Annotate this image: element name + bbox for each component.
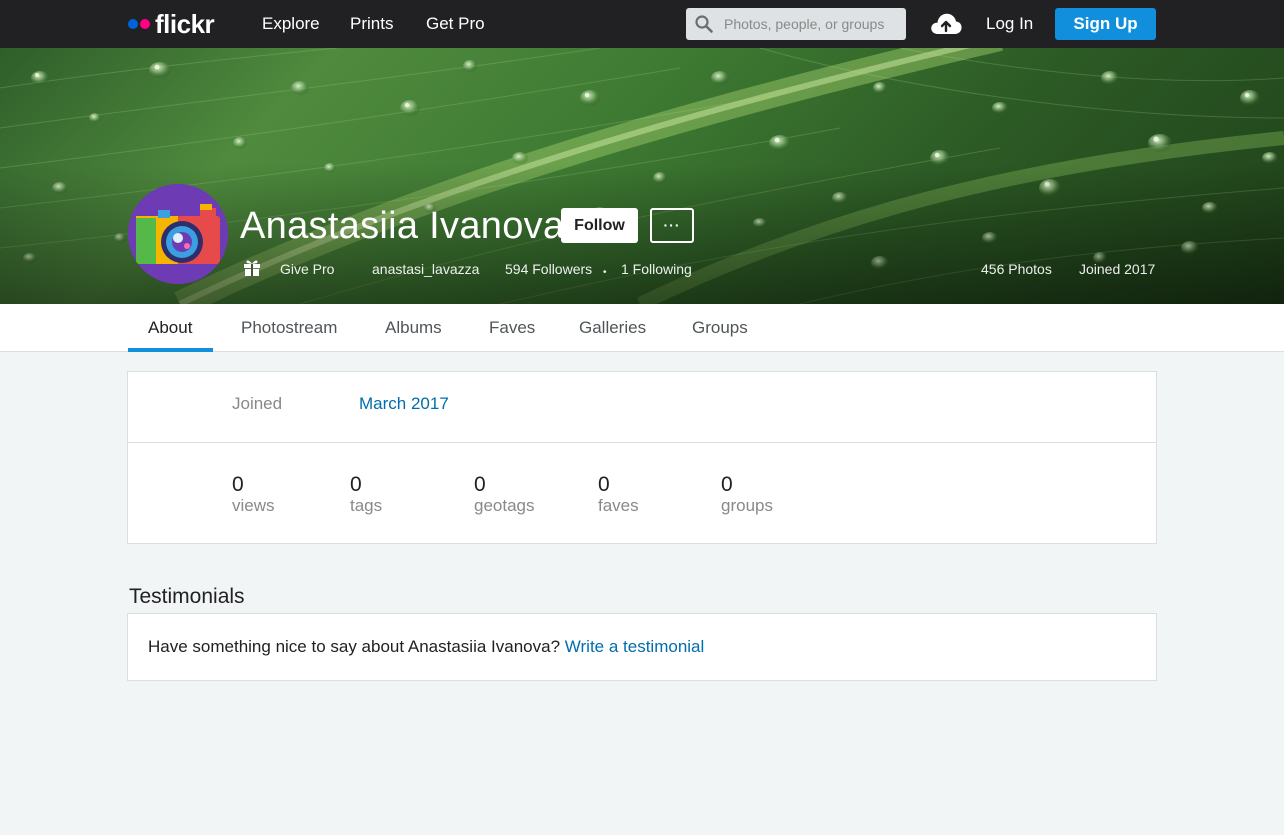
- profile-username: anastasi_lavazza: [372, 261, 480, 277]
- search-box[interactable]: [686, 8, 906, 40]
- tab-groups[interactable]: Groups: [692, 318, 748, 338]
- more-options-button[interactable]: ···: [650, 208, 694, 243]
- testimonials-heading: Testimonials: [129, 585, 245, 608]
- cloud-upload-icon[interactable]: [929, 10, 963, 38]
- logo-pink-dot: [140, 19, 150, 29]
- nav-link-explore[interactable]: Explore: [262, 13, 320, 35]
- profile-real-name: Anastasiia Ivanova: [240, 205, 565, 247]
- joined-label: Joined: [232, 394, 283, 413]
- more-options-icon: ···: [663, 217, 681, 233]
- testimonial-prompt-row: Have something nice to say about Anastas…: [148, 637, 704, 657]
- joined-card: Joined March 2017: [127, 371, 1157, 443]
- joined-year: Joined 2017: [1079, 261, 1156, 277]
- tab-albums[interactable]: Albums: [385, 318, 442, 338]
- stat-geotags: 0 geotags: [474, 474, 535, 516]
- meta-separator: •: [603, 267, 607, 278]
- profile-avatar[interactable]: [128, 184, 228, 284]
- follow-button[interactable]: Follow: [561, 208, 638, 243]
- gift-icon[interactable]: [243, 257, 261, 277]
- tab-faves[interactable]: Faves: [489, 318, 535, 338]
- nav-link-prints[interactable]: Prints: [350, 13, 393, 35]
- tab-about[interactable]: About: [148, 318, 192, 338]
- camera-avatar-icon: [128, 184, 228, 284]
- stat-geotags-value: 0: [474, 473, 486, 496]
- stat-views: 0 views: [232, 474, 275, 516]
- tab-galleries[interactable]: Galleries: [579, 318, 646, 338]
- logo-wordmark: flickr: [155, 9, 215, 39]
- joined-date-value: March 2017: [359, 394, 449, 413]
- stat-views-value: 0: [232, 473, 244, 496]
- sign-up-button[interactable]: Sign Up: [1055, 8, 1156, 40]
- stat-faves-label: faves: [598, 496, 639, 515]
- stat-geotags-label: geotags: [474, 496, 535, 515]
- stat-faves-value: 0: [598, 473, 610, 496]
- stat-tags-value: 0: [350, 473, 362, 496]
- testimonials-card: Have something nice to say about Anastas…: [127, 613, 1157, 681]
- write-testimonial-link[interactable]: Write a testimonial: [565, 637, 705, 656]
- stat-views-label: views: [232, 496, 275, 515]
- profile-subnav: About Photostream Albums Faves Galleries…: [0, 304, 1284, 352]
- search-input[interactable]: [724, 8, 900, 40]
- followers-count-link[interactable]: 594 Followers: [505, 260, 592, 278]
- stat-groups: 0 groups: [721, 474, 773, 516]
- photo-count: 456 Photos: [981, 261, 1052, 277]
- stat-tags-label: tags: [350, 496, 383, 515]
- following-count-link[interactable]: 1 Following: [621, 260, 692, 278]
- flickr-logo[interactable]: flickr: [128, 9, 215, 39]
- tab-photostream[interactable]: Photostream: [241, 318, 337, 338]
- give-pro-link[interactable]: Give Pro: [280, 260, 334, 278]
- stat-groups-value: 0: [721, 473, 733, 496]
- stats-card: 0 views 0 tags 0 geotags 0 faves 0 group…: [127, 442, 1157, 544]
- stat-groups-label: groups: [721, 496, 773, 515]
- testimonial-prompt-text: Have something nice to say about Anastas…: [148, 637, 561, 656]
- top-navigation-bar: flickr Explore Prints Get Pro Log In Sig…: [0, 0, 1284, 48]
- active-tab-indicator: [128, 348, 213, 352]
- search-icon: [695, 15, 713, 33]
- log-in-link[interactable]: Log In: [986, 13, 1033, 35]
- stat-tags: 0 tags: [350, 474, 382, 516]
- nav-link-get-pro[interactable]: Get Pro: [426, 13, 485, 35]
- logo-blue-dot: [128, 19, 138, 29]
- stat-faves: 0 faves: [598, 474, 639, 516]
